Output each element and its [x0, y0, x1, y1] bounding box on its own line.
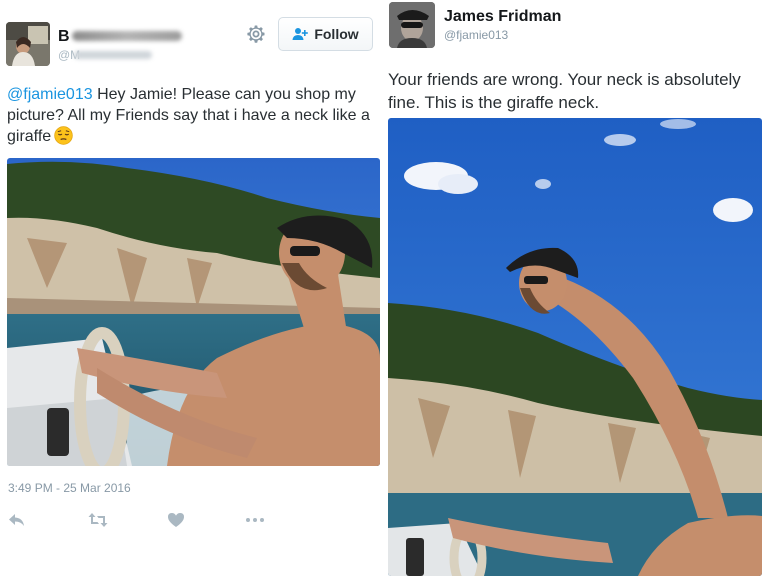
like-icon[interactable]: [167, 512, 185, 528]
follow-label: Follow: [314, 26, 359, 42]
tweet-text: Your friends are wrong. Your neck is abs…: [388, 70, 741, 112]
pensive-face-icon: [54, 126, 73, 145]
follow-button[interactable]: Follow: [278, 17, 373, 51]
tweet-actions: [8, 512, 268, 528]
reply-icon[interactable]: [8, 512, 26, 528]
retweet-icon[interactable]: [88, 512, 108, 528]
name-redaction: [72, 31, 182, 41]
reply-tweet: James Fridman @fjamie013 Your friends ar…: [384, 0, 768, 576]
tweet-photo[interactable]: [388, 118, 762, 576]
user-name[interactable]: B: [58, 28, 70, 46]
gear-icon[interactable]: [244, 22, 268, 46]
avatar[interactable]: [389, 2, 435, 48]
original-tweet: B @M Follow @fjamie013 Hey Jamie! Please…: [0, 0, 384, 576]
add-user-icon: [292, 28, 309, 40]
more-icon[interactable]: [245, 512, 265, 528]
tweet-photo[interactable]: [7, 158, 380, 466]
tweet-timestamp[interactable]: 3:49 PM - 25 Mar 2016: [8, 481, 131, 495]
tweet-text: @fjamie013 Hey Jamie! Please can you sho…: [7, 84, 383, 147]
avatar[interactable]: [6, 22, 50, 66]
mention-link[interactable]: @fjamie013: [7, 86, 93, 103]
user-handle[interactable]: @fjamie013: [444, 28, 508, 42]
handle-redaction: [74, 51, 152, 59]
user-name[interactable]: James Fridman: [444, 8, 561, 26]
